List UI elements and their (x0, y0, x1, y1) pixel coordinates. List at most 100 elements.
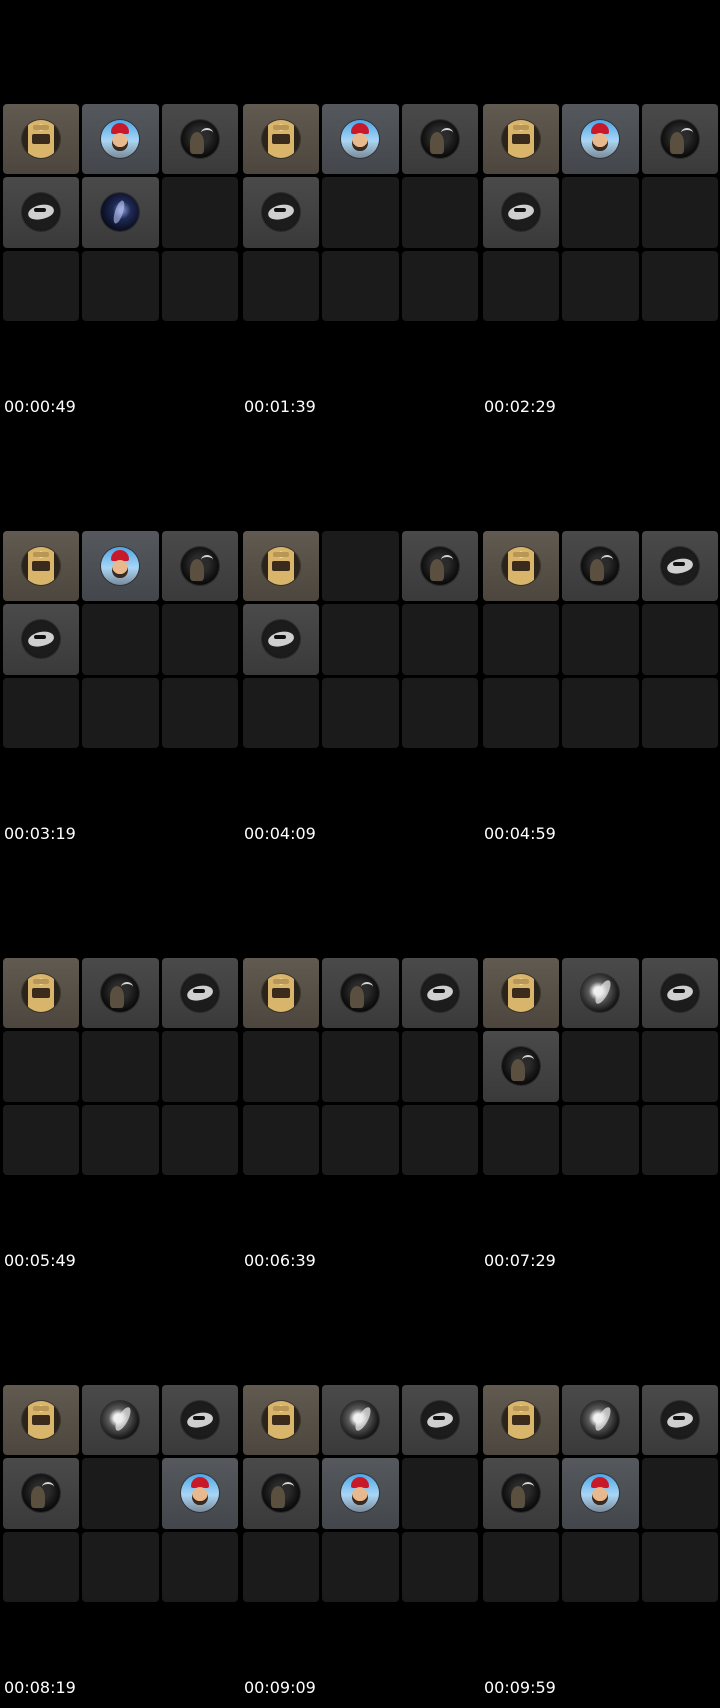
participant-tile (82, 958, 159, 1029)
participant-tile (3, 531, 80, 602)
jar-avatar (22, 974, 61, 1013)
mask-avatar (262, 620, 301, 659)
mask-avatar (502, 193, 541, 232)
empty-tile (562, 1104, 639, 1175)
jar-avatar (262, 547, 301, 586)
mask-avatar (660, 974, 699, 1013)
figure-avatar (502, 1474, 541, 1513)
participant-tile (562, 958, 639, 1029)
man-avatar (180, 1474, 219, 1513)
empty-tile (243, 1031, 320, 1102)
video-frame-thumbnail: 00:05:49 (0, 854, 240, 1281)
empty-tile (322, 1104, 399, 1175)
participant-tile (161, 958, 238, 1029)
participant-grid (3, 958, 238, 1175)
empty-tile (243, 1104, 320, 1175)
jar-avatar (262, 120, 301, 159)
frame-timestamp: 00:08:19 (4, 1678, 76, 1697)
empty-tile (401, 1104, 478, 1175)
empty-tile (322, 1531, 399, 1602)
empty-tile (3, 250, 80, 321)
participant-tile (483, 177, 560, 248)
empty-tile (483, 1531, 560, 1602)
participant-grid (243, 958, 478, 1175)
participant-tile (3, 1385, 80, 1456)
participant-tile (3, 958, 80, 1029)
participant-tile (322, 1458, 399, 1529)
empty-tile (82, 677, 159, 748)
figure-avatar (180, 120, 219, 159)
frame-timestamp: 00:05:49 (4, 1251, 76, 1270)
figure-avatar (420, 547, 459, 586)
participant-tile (243, 604, 320, 675)
empty-tile (562, 1031, 639, 1102)
participant-tile (3, 604, 80, 675)
mask-avatar (660, 1401, 699, 1440)
video-frame-thumbnail: 00:07:29 (480, 854, 720, 1281)
empty-tile (243, 677, 320, 748)
empty-tile (3, 677, 80, 748)
participant-tile (3, 177, 80, 248)
mask-avatar (180, 1401, 219, 1440)
mask-avatar (262, 193, 301, 232)
empty-tile (401, 250, 478, 321)
video-frame-thumbnail: 00:06:39 (240, 854, 480, 1281)
participant-tile (562, 531, 639, 602)
frame-timestamp: 00:07:29 (484, 1251, 556, 1270)
bw-avatar (581, 974, 620, 1013)
empty-tile (161, 604, 238, 675)
participant-tile (322, 958, 399, 1029)
participant-tile (483, 1458, 560, 1529)
frame-timestamp: 00:02:29 (484, 397, 556, 416)
empty-tile (483, 1104, 560, 1175)
empty-tile (322, 531, 399, 602)
participant-grid (3, 531, 238, 748)
participant-grid (483, 958, 718, 1175)
figure-avatar (180, 547, 219, 586)
participant-tile (322, 104, 399, 175)
empty-tile (483, 677, 560, 748)
empty-tile (401, 1531, 478, 1602)
empty-tile (641, 1531, 718, 1602)
frame-timestamp: 00:04:09 (244, 824, 316, 843)
participant-grid (3, 1385, 238, 1602)
participant-tile (243, 1385, 320, 1456)
man-avatar (101, 120, 140, 159)
figure-avatar (581, 547, 620, 586)
participant-grid (243, 1385, 478, 1602)
empty-tile (161, 1031, 238, 1102)
video-frame-thumbnail: 00:09:59 (480, 1281, 720, 1708)
participant-tile (483, 531, 560, 602)
participant-tile (641, 958, 718, 1029)
video-frame-thumbnail: 00:02:29 (480, 0, 720, 427)
empty-tile (3, 1531, 80, 1602)
participant-tile (483, 104, 560, 175)
empty-tile (401, 604, 478, 675)
empty-tile (82, 1531, 159, 1602)
empty-tile (3, 1031, 80, 1102)
participant-grid (483, 104, 718, 321)
participant-tile (161, 1385, 238, 1456)
jar-avatar (502, 547, 541, 586)
empty-tile (641, 677, 718, 748)
mask-avatar (22, 193, 61, 232)
figure-avatar (101, 974, 140, 1013)
jar-avatar (262, 1401, 301, 1440)
participant-grid (483, 531, 718, 748)
figure-avatar (502, 1047, 541, 1086)
participant-grid (483, 1385, 718, 1602)
bw-avatar (101, 1401, 140, 1440)
participant-grid (243, 104, 478, 321)
empty-tile (401, 1458, 478, 1529)
figure-avatar (262, 1474, 301, 1513)
frame-timestamp: 00:06:39 (244, 1251, 316, 1270)
participant-tile (243, 177, 320, 248)
jar-avatar (502, 1401, 541, 1440)
empty-tile (82, 1104, 159, 1175)
participant-tile (562, 1385, 639, 1456)
participant-tile (161, 104, 238, 175)
participant-grid (3, 104, 238, 321)
participant-tile (401, 104, 478, 175)
participant-tile (483, 1385, 560, 1456)
participant-tile (3, 104, 80, 175)
